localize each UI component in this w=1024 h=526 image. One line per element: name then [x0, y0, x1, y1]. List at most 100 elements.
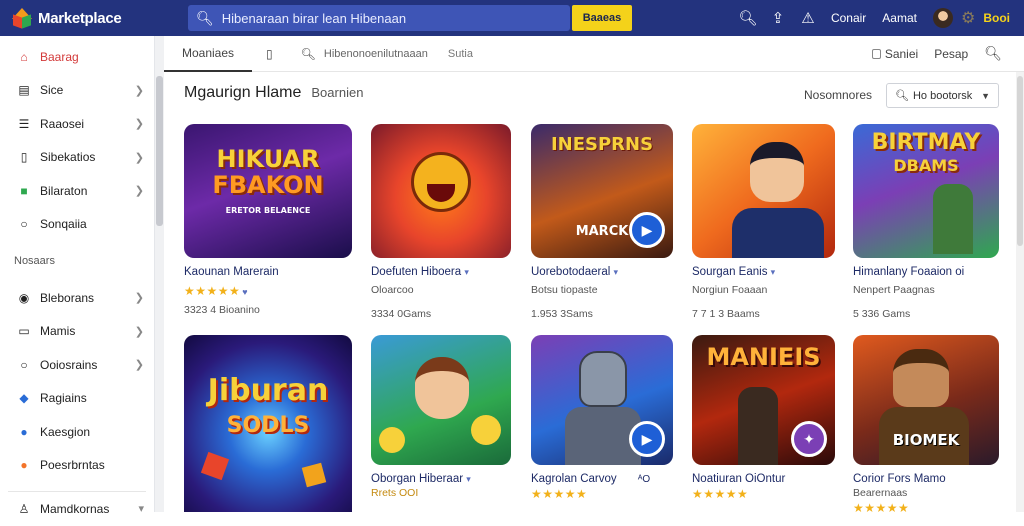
sidebar-item-raaosei[interactable]: ☰ Raaosei ❯: [0, 107, 154, 141]
game-thumbnail[interactable]: Jiburan SODLS: [184, 335, 352, 512]
sidebar-scroll-thumb[interactable]: [156, 76, 163, 226]
heart-icon: ♥: [242, 287, 249, 297]
emoji-icon: [471, 415, 501, 445]
search-icon[interactable]: 🔍︎: [984, 45, 1002, 62]
game-card[interactable]: HIKUAR FBAKON ERETOR BELAENCE Kaounan Mar…: [184, 124, 352, 316]
clipboard-icon[interactable]: ▯: [266, 47, 273, 61]
game-title[interactable]: Doefuten Hiboera ▾: [371, 266, 511, 278]
chevron-right-icon: ❯: [134, 84, 144, 97]
game-art-title: INESPRNS: [550, 134, 654, 155]
chevron-down-icon: ▼: [981, 90, 990, 101]
game-title[interactable]: Sourgan Eanis ▾: [692, 266, 835, 278]
game-card[interactable]: INESPRNS MARCK ▶ Uorebotodaeral ▾ Botsu …: [531, 124, 673, 320]
top-link-conair[interactable]: Conair: [831, 11, 866, 25]
sidebar-scrollbar[interactable]: [155, 36, 164, 512]
card-icon: ▭: [18, 324, 30, 339]
character-art: [411, 152, 471, 212]
game-thumbnail[interactable]: [692, 124, 835, 258]
top-brand[interactable]: Booi: [983, 11, 1010, 25]
game-card[interactable]: MANIEIS ✦ Noatiuran OiOntur ★★★★★: [692, 335, 835, 501]
sidebar-item-ooiosrains[interactable]: ○ Ooiosrains ❯: [0, 348, 154, 382]
tab-moaniaes[interactable]: Moaniaes: [164, 36, 253, 72]
character-art: [738, 387, 778, 465]
game-card[interactable]: Oborgan Hiberaar ▾ Rrets OOI: [371, 335, 511, 499]
play-icon[interactable]: ▶: [629, 212, 665, 248]
game-thumbnail[interactable]: MANIEIS ✦: [692, 335, 835, 465]
sort-dropdown[interactable]: 🔍︎ Ho bootorsk ▼: [886, 83, 999, 108]
sidebar-item-bleborans[interactable]: ◉ Bleborans ❯: [0, 281, 154, 315]
sidebar-item-mamis[interactable]: ▭ Mamis ❯: [0, 315, 154, 349]
top-link-aamat[interactable]: Aamat: [882, 11, 917, 25]
game-title[interactable]: Noatiuran OiOntur: [692, 473, 835, 485]
alert-icon[interactable]: ⚠︎: [793, 9, 823, 27]
chevron-down-icon: ▾: [138, 503, 144, 516]
game-title[interactable]: Himanlany Foaaion oi: [853, 266, 999, 278]
home-icon: ⌂: [20, 49, 28, 64]
sort-label: Nosomnores: [804, 88, 873, 102]
game-title[interactable]: Oborgan Hiberaar ▾: [371, 473, 511, 485]
tab-pesap[interactable]: Pesap: [934, 47, 968, 61]
chevron-right-icon: ❯: [134, 185, 144, 198]
sidebar-item-sice[interactable]: ▤ Sice ❯: [0, 74, 154, 108]
game-card[interactable]: Sourgan Eanis ▾ Norgiun Foaaan 7 7 1 3 B…: [692, 124, 835, 320]
game-rating: ★★★★★: [853, 501, 910, 515]
game-title[interactable]: Corior Fors Mamo: [853, 473, 999, 485]
game-thumbnail[interactable]: BIOMEK: [853, 335, 999, 465]
game-card[interactable]: Jiburan SODLS: [184, 335, 352, 512]
game-thumbnail[interactable]: [371, 124, 511, 258]
tab-sutia[interactable]: Sutia: [448, 48, 473, 60]
user-icon: ♙: [18, 501, 30, 516]
game-art-title: MANIEIS: [706, 343, 821, 371]
sidebar-item-ragiains[interactable]: ◆ Ragiains: [0, 382, 154, 416]
search-icon[interactable]: 🔍︎: [733, 9, 763, 27]
game-card[interactable]: BIOMEK Corior Fors Mamo Bearernaas ★★★★★: [853, 335, 999, 515]
sidebar-item-home[interactable]: ⌂ Baarag: [0, 40, 154, 74]
game-thumbnail[interactable]: [371, 335, 511, 465]
gear-icon[interactable]: ⚙︎: [961, 8, 975, 28]
sidebar-item-sonqaiia[interactable]: ○ Sonqaiia: [0, 208, 154, 242]
logo[interactable]: Marketplace: [12, 8, 172, 29]
play-icon[interactable]: ▶: [629, 421, 665, 457]
search-button[interactable]: Baaeas: [572, 5, 632, 31]
game-meta: 3323 4 Bioanino: [184, 304, 260, 316]
game-thumbnail[interactable]: BIRTMAY DBAMS: [853, 124, 999, 258]
game-title[interactable]: Uorebotodaeral ▾: [531, 266, 673, 278]
sidebar: ⌂ Baarag ▤ Sice ❯ ☰ Raaosei ❯ ▯ Sibekati…: [0, 36, 155, 516]
brand-emblem-icon[interactable]: ✦: [791, 421, 827, 457]
tab-saniei[interactable]: Saniei: [871, 47, 918, 61]
tab-search[interactable]: 🔍︎ Hibenonoenilutnaaan: [301, 47, 428, 61]
shield-icon: ◆: [19, 391, 29, 406]
sidebar-item-sibekatios[interactable]: ▯ Sibekatios ❯: [0, 141, 154, 175]
avatar[interactable]: [932, 8, 953, 28]
game-thumbnail[interactable]: HIKUAR FBAKON ERETOR BELAENCE: [184, 124, 352, 258]
game-meta: 5 336 Gams: [853, 308, 911, 320]
game-thumbnail[interactable]: INESPRNS MARCK ▶: [531, 124, 673, 258]
game-card[interactable]: BIRTMAY DBAMS Himanlany Foaaion oi Nenper…: [853, 124, 999, 320]
tab-bar: Moaniaes ▯ 🔍︎ Hibenonoenilutnaaan Sutia …: [164, 36, 1024, 72]
game-art-subtitle: ERETOR BELAENCE: [225, 206, 311, 215]
sidebar-item-poesrbrntas[interactable]: ● Poesrbrntas: [0, 449, 154, 483]
game-title[interactable]: Kagrolan Carvoy ᴬO: [531, 473, 673, 485]
game-card[interactable]: ▶ Kagrolan Carvoy ᴬO ★★★★★: [531, 335, 673, 501]
search-icon: 🔍︎: [300, 46, 316, 61]
game-meta: 7 7 1 3 Baams: [692, 308, 760, 320]
character-art: [933, 184, 973, 254]
character-art: [750, 142, 804, 202]
character-body: [732, 208, 824, 258]
character-art: [415, 357, 469, 419]
sidebar-item-kaesgion[interactable]: ● Kaesgion: [0, 415, 154, 449]
search-icon: 🔍︎: [196, 9, 214, 26]
sidebar-item-bilaraton[interactable]: ■ Bilaraton ❯: [0, 174, 154, 208]
game-rating: ★★★★★ ♥: [184, 284, 352, 298]
game-rating: ★★★★★: [531, 487, 588, 501]
game-thumbnail[interactable]: ▶: [531, 335, 673, 465]
search-input[interactable]: [221, 10, 562, 26]
page-subtitle: Boarnien: [311, 85, 364, 100]
upload-icon[interactable]: ⇪: [763, 9, 793, 27]
main-scroll-thumb[interactable]: [1017, 76, 1023, 246]
game-title[interactable]: Kaounan Marerain: [184, 266, 352, 278]
game-meta-top: Bearernaas: [853, 487, 908, 499]
game-card[interactable]: Doefuten Hiboera ▾ Oloarcoo 3334 0Gams: [371, 124, 511, 320]
main-scrollbar[interactable]: [1016, 72, 1024, 512]
sidebar-item-mamdkornas[interactable]: ♙ Mamdkornas ▾: [0, 492, 154, 526]
